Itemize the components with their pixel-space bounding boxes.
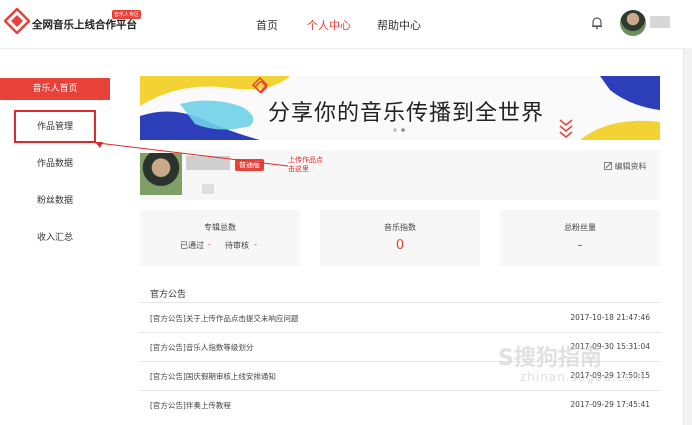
logo-text[interactable]: 全网音乐上线合作平台	[32, 17, 137, 32]
stat-music-index-value: 0	[395, 238, 405, 253]
stat-card-music-index: 音乐指数 0	[320, 210, 480, 266]
notice-time: 2017-09-29 17:45:41	[570, 400, 650, 409]
stat-passed-value: -	[208, 240, 211, 249]
edit-profile-button[interactable]: 编辑资料	[604, 161, 647, 172]
notices-title: 官方公告	[150, 290, 187, 300]
highlight-box	[14, 110, 96, 143]
banner-logo-icon	[255, 81, 267, 93]
user-avatar[interactable]	[620, 10, 646, 36]
top-bar: 全网音乐上线合作平台 音乐人专区 首页 个人中心 帮助中心	[0, 0, 692, 49]
notice-title[interactable]: [官方公告]伴奏上传教程	[150, 400, 231, 411]
edit-icon	[604, 162, 612, 170]
stat-pending-label: 待审核	[225, 241, 249, 250]
edit-profile-label: 编辑资料	[614, 162, 647, 171]
stat-card-works: 专辑总数 已通过 - 待审核 -	[140, 210, 300, 266]
sidebar-item-musician-home[interactable]: 音乐人首页	[0, 78, 110, 100]
stat-works-title: 专辑总数	[204, 223, 236, 232]
notice-title[interactable]: [官方公告]音乐人指数等级划分	[150, 342, 253, 353]
bell-icon[interactable]	[590, 16, 604, 30]
profile-info-blurred	[202, 184, 214, 194]
sidebar-item-income-summary[interactable]: 收入汇总	[0, 227, 110, 249]
notice-title[interactable]: [官方公告]国庆假期审核上线安排通知	[150, 371, 276, 382]
notice-time: 2017-10-18 21:47:46	[570, 313, 650, 322]
notice-row[interactable]: [官方公告]关于上传作品点击提交未响应问题 2017-10-18 21:47:4…	[140, 304, 660, 332]
stat-pending-value: -	[254, 240, 257, 249]
nav-help-center[interactable]: 帮助中心	[377, 17, 421, 33]
annotation-arrow	[95, 142, 289, 167]
stat-fans-title: 总粉丝量	[564, 223, 596, 232]
stat-passed-label: 已通过	[180, 241, 204, 250]
notice-row[interactable]: [官方公告]伴奏上传教程 2017-09-29 17:45:41	[140, 391, 660, 419]
notice-title[interactable]: [官方公告]关于上传作品点击提交未响应问题	[150, 313, 298, 324]
stat-fans-value: -	[577, 238, 583, 253]
stat-music-index-title: 音乐指数	[384, 223, 416, 232]
nav-personal-center[interactable]: 个人中心	[307, 17, 351, 33]
banner-title: 分享你的音乐传播到全世界	[268, 101, 545, 126]
watermark-logo: S搜狗指南	[498, 346, 602, 371]
scrollbar[interactable]	[683, 48, 692, 425]
nav-home[interactable]: 首页	[256, 17, 278, 33]
stat-card-fans: 总粉丝量 -	[500, 210, 660, 266]
sidebar-item-fans-data[interactable]: 粉丝数据	[0, 190, 110, 212]
sidebar: 音乐人首页 作品管理 作品数据 粉丝数据 收入汇总	[0, 48, 110, 425]
username-blurred	[650, 16, 670, 28]
logo-icon[interactable]	[4, 8, 30, 34]
watermark-url: zhinan.sogou.com	[520, 370, 646, 384]
logo-badge: 音乐人专区	[112, 10, 142, 19]
divider	[140, 302, 660, 303]
